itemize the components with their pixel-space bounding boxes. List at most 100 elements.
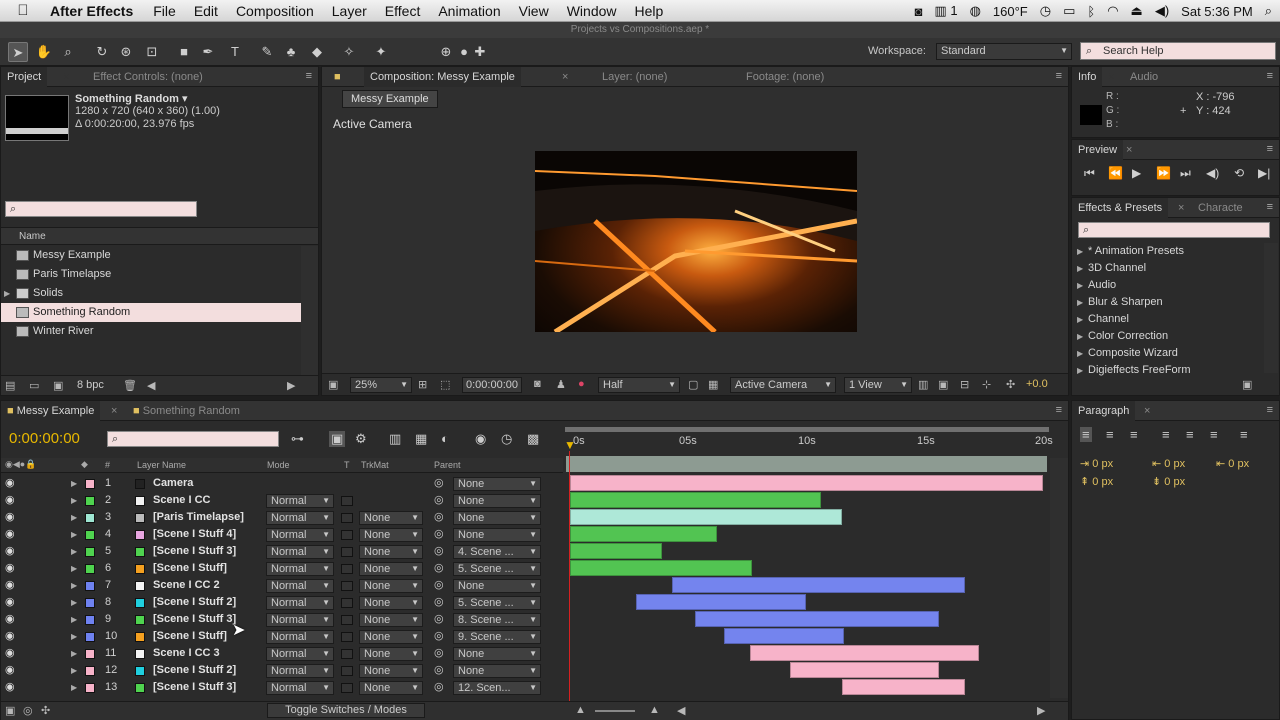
track-matte-dropdown[interactable]: None <box>359 528 423 542</box>
parent-pickwhip-icon[interactable]: ◎ <box>434 543 444 560</box>
blend-mode-dropdown[interactable]: Normal <box>266 528 334 542</box>
axis-mode-icon[interactable]: ⊕ <box>436 42 456 62</box>
expand-triangle-icon[interactable]: ▶ <box>71 645 77 662</box>
scroll-right-icon[interactable]: ▶ <box>287 379 295 392</box>
tab-footage[interactable]: Footage: (none) <box>740 67 830 87</box>
blend-mode-dropdown[interactable]: Normal <box>266 596 334 610</box>
close-icon[interactable]: × <box>105 401 123 421</box>
expand-in-out-icon[interactable]: ✣ <box>41 704 50 717</box>
preserve-transparency-checkbox[interactable] <box>341 632 353 642</box>
label-color-swatch[interactable] <box>85 581 95 591</box>
time-machine-icon[interactable]: ◷ <box>1040 3 1051 19</box>
tab-effects-presets[interactable]: Effects & Presets <box>1072 198 1169 218</box>
align-right-icon[interactable]: ≡ <box>1130 427 1138 442</box>
layer-name[interactable]: [Scene I Stuff 3] <box>153 543 263 560</box>
zoom-out-icon[interactable]: ▲ <box>575 704 586 716</box>
parent-dropdown[interactable]: 5. Scene ... <box>453 562 541 576</box>
layer-duration-bar[interactable] <box>695 611 939 627</box>
blend-mode-dropdown[interactable]: Normal <box>266 579 334 593</box>
layer-row[interactable]: ◉ ▶ 2 Scene I CCNormal ◎ None <box>1 492 1049 509</box>
wifi-icon[interactable]: ◠ <box>1107 3 1118 19</box>
volume-icon[interactable]: ◀) <box>1155 3 1169 19</box>
blend-mode-dropdown[interactable]: Normal <box>266 613 334 627</box>
effects-category-animation-presets[interactable]: * Animation Presets <box>1072 243 1262 260</box>
project-item-solids[interactable]: ▶ Solids <box>1 284 301 303</box>
menu-help[interactable]: Help <box>626 3 673 19</box>
eraser-tool-icon[interactable]: ◆ <box>307 42 327 62</box>
search-help-field[interactable]: ⌕ Search Help <box>1080 42 1276 60</box>
fast-previews-icon[interactable]: ▣ <box>938 378 948 391</box>
tab-something-random[interactable]: ■ Something Random <box>127 401 246 421</box>
layer-name[interactable]: Scene I CC <box>153 492 263 509</box>
preserve-transparency-checkbox[interactable] <box>341 598 353 608</box>
project-search-input[interactable]: ⌕ <box>5 201 197 217</box>
safe-zones-icon[interactable]: ⊞ <box>418 378 427 391</box>
pen-tool-icon[interactable]: ✒ <box>198 42 218 62</box>
scroll-left-icon[interactable]: ◀ <box>677 704 685 717</box>
parent-pickwhip-icon[interactable]: ◎ <box>434 628 444 645</box>
live-update-icon[interactable]: ▩ <box>527 431 539 447</box>
layer-duration-bar[interactable] <box>570 509 842 525</box>
timeline-zoom-slider[interactable] <box>595 710 635 712</box>
menu-view[interactable]: View <box>510 3 558 19</box>
panel-menu-icon[interactable]: ≡ <box>1267 404 1273 416</box>
justify-last-center-icon[interactable]: ≡ <box>1186 427 1194 442</box>
label-color-swatch[interactable] <box>85 479 95 489</box>
view-axis-icon[interactable]: ✚ <box>470 42 490 62</box>
effects-scrollbar[interactable] <box>1264 243 1278 373</box>
effects-category-color-correction[interactable]: Color Correction <box>1072 328 1262 345</box>
composition-mini-flowchart-icon[interactable]: ⊶ <box>291 431 304 447</box>
parent-pickwhip-icon[interactable]: ◎ <box>434 560 444 577</box>
bluetooth-icon[interactable]: ᛒ <box>1087 4 1095 19</box>
project-item-messy-example[interactable]: Messy Example <box>1 246 301 265</box>
layer-duration-bar[interactable] <box>723 628 845 644</box>
timeline-icon[interactable]: ⊟ <box>960 378 969 391</box>
blend-mode-dropdown[interactable]: Normal <box>266 664 334 678</box>
parent-dropdown[interactable]: None <box>453 579 541 593</box>
close-icon[interactable]: × <box>1102 67 1120 87</box>
close-icon[interactable]: × <box>556 67 574 87</box>
hide-shy-layers-icon[interactable]: ⚙ <box>355 431 367 447</box>
expand-triangle-icon[interactable]: ▶ <box>71 628 77 645</box>
timeline-scrollbar[interactable] <box>1050 458 1068 698</box>
draft-3d-icon[interactable]: ▣ <box>329 431 346 447</box>
label-color-swatch[interactable] <box>85 632 95 642</box>
column-t[interactable]: T <box>344 460 350 470</box>
interpret-footage-icon[interactable]: ▤ <box>5 379 15 392</box>
close-icon[interactable]: × <box>1172 198 1190 218</box>
close-icon[interactable]: × <box>57 67 75 87</box>
track-matte-dropdown[interactable]: None <box>359 630 423 644</box>
parent-dropdown[interactable]: None <box>453 511 541 525</box>
effects-category-blur-sharpen[interactable]: Blur & Sharpen <box>1072 294 1262 311</box>
layer-row[interactable]: ◉ ▶ 10 [Scene I Stuff]Normal None ◎ 9. Scene .… <box>1 628 1049 645</box>
label-color-swatch[interactable] <box>85 547 95 557</box>
tab-composition[interactable]: Composition: Messy Example <box>364 67 521 87</box>
menu-layer[interactable]: Layer <box>323 3 376 19</box>
tab-info[interactable]: Info <box>1072 67 1103 87</box>
toggle-switches-modes-button[interactable]: Toggle Switches / Modes <box>267 703 425 718</box>
layer-duration-bar[interactable] <box>789 662 939 678</box>
label-color-swatch[interactable] <box>85 496 95 506</box>
layer-row[interactable]: ◉ ▶ 9 [Scene I Stuff 3]Normal None ◎ 8. Scene … <box>1 611 1049 628</box>
scroll-left-icon[interactable]: ◀ <box>147 379 155 392</box>
preserve-transparency-checkbox[interactable] <box>341 615 353 625</box>
layer-row[interactable]: ◉ ▶ 12 [Scene I Stuff 2]Normal None ◎ None <box>1 662 1049 679</box>
space-after-field[interactable]: ⇟ 0 px <box>1152 475 1185 488</box>
camera-orbit-tool-icon[interactable]: ⊛ <box>116 42 136 62</box>
column-name-header[interactable]: Name <box>1 227 318 245</box>
visibility-eye-icon[interactable]: ◉ <box>5 611 15 628</box>
blend-mode-dropdown[interactable]: Normal <box>266 511 334 525</box>
tab-effect-controls[interactable]: Effect Controls: (none) <box>87 67 209 87</box>
label-color-swatch[interactable] <box>85 513 95 523</box>
tab-messy-example[interactable]: ■ Messy Example <box>1 401 101 421</box>
parent-pickwhip-icon[interactable]: ◎ <box>434 526 444 543</box>
effects-category-channel[interactable]: Channel <box>1072 311 1262 328</box>
expand-triangle-icon[interactable]: ▶ <box>71 679 77 696</box>
current-time-indicator-icon[interactable]: ▼ <box>564 438 576 452</box>
track-matte-dropdown[interactable]: None <box>359 579 423 593</box>
column-trkmat[interactable]: TrkMat <box>361 460 389 470</box>
project-item-paris-timelapse[interactable]: Paris Timelapse <box>1 265 301 284</box>
item-name[interactable]: Something Random ▾ <box>75 92 187 105</box>
next-frame-icon[interactable]: ⏩ <box>1156 166 1171 180</box>
space-before-field[interactable]: ⇞ 0 px <box>1080 475 1113 488</box>
